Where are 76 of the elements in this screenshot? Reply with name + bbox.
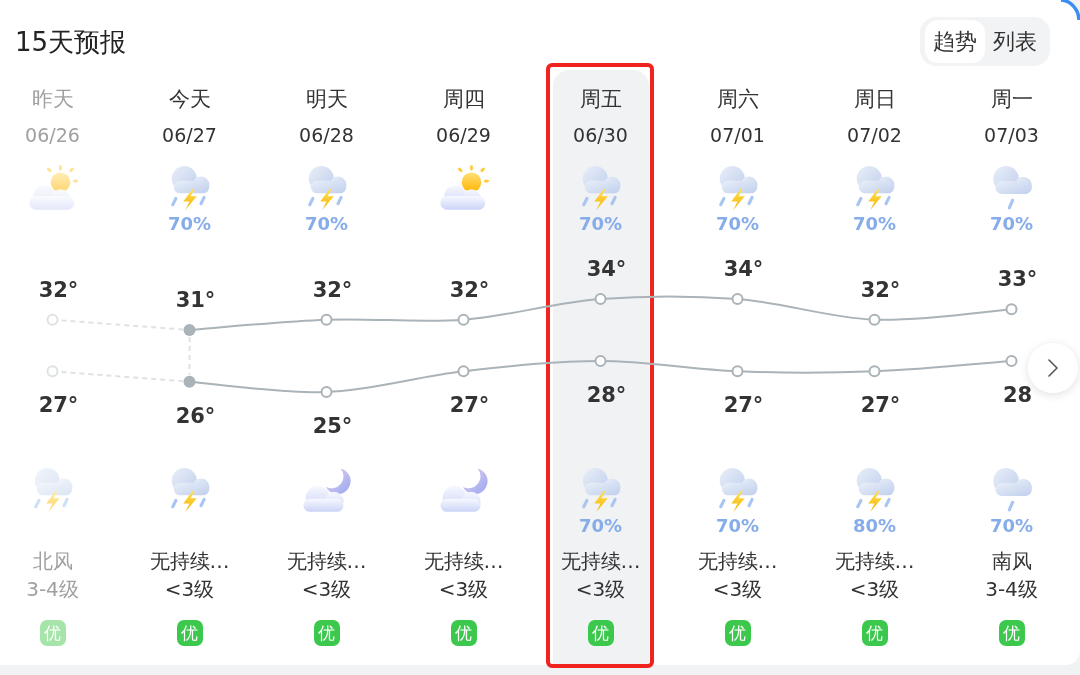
day-date: 07/03 xyxy=(984,123,1039,148)
wind-direction: 无持续… xyxy=(834,548,915,574)
high-temperature: 34° xyxy=(723,257,764,281)
day-name: 周日 xyxy=(853,86,896,112)
low-temperature: 25° xyxy=(312,414,353,438)
low-temperature: 28° xyxy=(586,383,627,407)
wind-level: <3级 xyxy=(849,576,900,602)
high-temperature: 34° xyxy=(586,257,627,281)
precipitation-chance: 70% xyxy=(578,212,623,236)
day-date: 06/28 xyxy=(299,123,354,148)
day-date: 06/30 xyxy=(573,123,628,148)
precipitation-chance: 70% xyxy=(304,212,349,236)
wind-level: <3级 xyxy=(438,576,489,602)
high-temperature: 32° xyxy=(860,277,901,302)
precipitation-chance: 80% xyxy=(852,514,897,538)
day-date: 06/27 xyxy=(162,123,217,148)
air-quality-badge: 优 xyxy=(998,620,1025,646)
wind-direction: 北风 xyxy=(32,548,73,574)
day-name: 周四 xyxy=(442,86,485,112)
wind-direction: 无持续… xyxy=(697,548,778,574)
high-temperature: 33° xyxy=(997,267,1038,292)
air-quality-badge: 优 xyxy=(176,620,203,646)
day-name: 昨天 xyxy=(31,86,74,112)
day-name: 今天 xyxy=(168,86,211,112)
high-temperature: 31° xyxy=(175,288,216,312)
precipitation-chance: 70% xyxy=(578,514,623,538)
day-date: 06/26 xyxy=(25,123,80,148)
air-quality-badge: 优 xyxy=(724,620,751,646)
day-date: 06/29 xyxy=(436,123,491,148)
low-temperature: 28 xyxy=(1002,383,1033,407)
low-temperature: 26° xyxy=(175,403,216,428)
moon-behind-cloud-icon xyxy=(438,467,489,513)
wind-direction: 无持续… xyxy=(423,548,504,574)
sun-behind-cloud-icon xyxy=(27,165,78,211)
low-temperature: 27° xyxy=(38,393,79,418)
day-name: 周一 xyxy=(990,86,1033,112)
wind-level: <3级 xyxy=(712,576,763,602)
air-quality-badge: 优 xyxy=(39,620,66,646)
wind-level: 3-4级 xyxy=(985,576,1038,602)
current-day-connector xyxy=(188,336,191,376)
wind-direction: 无持续… xyxy=(286,548,367,574)
wind-level: <3级 xyxy=(575,576,626,602)
low-temperature: 27° xyxy=(723,393,764,418)
wind-direction: 无持续… xyxy=(560,548,641,574)
corner-decoration xyxy=(1060,0,1080,22)
chevron-right-icon xyxy=(1048,359,1058,377)
sun-behind-cloud-icon xyxy=(438,165,489,211)
precipitation-chance: 70% xyxy=(989,212,1034,236)
air-quality-badge: 优 xyxy=(587,620,614,646)
wind-level: <3级 xyxy=(164,576,215,602)
view-tab[interactable]: 列表 xyxy=(985,20,1045,63)
air-quality-badge: 优 xyxy=(313,620,340,646)
day-date: 07/02 xyxy=(847,123,902,148)
wind-direction: 南风 xyxy=(991,548,1032,574)
wind-direction: 无持续… xyxy=(149,548,230,574)
section-title: 15天预报 xyxy=(15,26,127,59)
day-name: 明天 xyxy=(305,86,348,112)
wind-level: 3-4级 xyxy=(26,576,79,602)
precipitation-chance: 70% xyxy=(989,514,1034,538)
high-temperature: 32° xyxy=(449,277,490,302)
day-date: 07/01 xyxy=(710,123,765,148)
high-temperature: 32° xyxy=(38,277,79,302)
day-name: 周五 xyxy=(579,86,622,112)
high-temperature: 32° xyxy=(312,277,353,302)
low-temperature: 27° xyxy=(449,393,490,418)
air-quality-badge: 优 xyxy=(450,620,477,646)
moon-behind-cloud-icon xyxy=(301,467,352,513)
wind-level: <3级 xyxy=(301,576,352,602)
precipitation-chance: 70% xyxy=(715,514,760,538)
air-quality-badge: 优 xyxy=(861,620,888,646)
precipitation-chance: 70% xyxy=(852,212,897,236)
view-tab[interactable]: 趋势 xyxy=(925,20,985,63)
day-name: 周六 xyxy=(716,86,759,112)
low-temperature: 27° xyxy=(860,393,901,418)
precipitation-chance: 70% xyxy=(715,212,760,236)
precipitation-chance: 70% xyxy=(167,212,212,236)
